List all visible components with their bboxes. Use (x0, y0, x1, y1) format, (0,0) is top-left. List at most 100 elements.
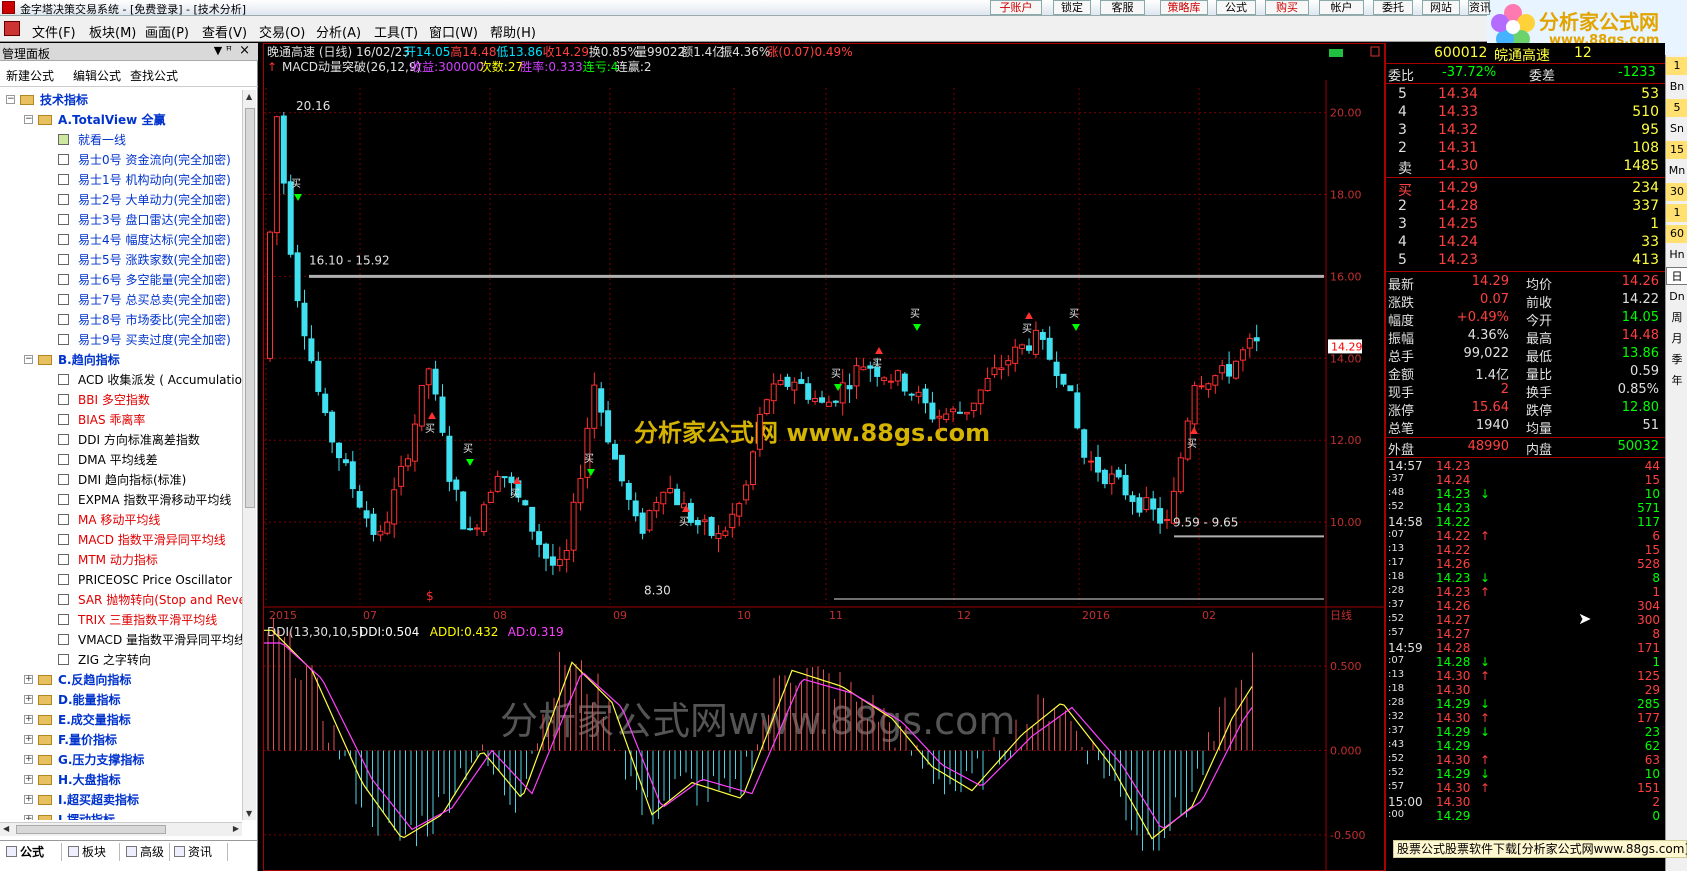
chart-canvas[interactable]: 晚通高速 (日线) 16/02/23开14.05 高14.48 低13.86 收14.… (264, 44, 1386, 871)
period-button-11[interactable]: Dn (1666, 288, 1687, 306)
menu-item-3[interactable]: 查看(V) (202, 22, 247, 41)
toolbar-button-3[interactable]: 策略库 (1160, 0, 1208, 15)
scroll-right-icon[interactable]: ▶ (233, 824, 239, 833)
tree-node[interactable]: 易士3号 盘口雷达(完全加密) (0, 210, 242, 230)
tree-node[interactable]: BIAS 乖离率 (0, 410, 242, 430)
menu-item-8[interactable]: 帮助(H) (490, 22, 536, 41)
menu-item-5[interactable]: 分析(A) (316, 22, 361, 41)
expand-icon[interactable]: + (24, 735, 33, 744)
tree-node[interactable]: + I.超买超卖指标 (0, 790, 242, 810)
trade-signal[interactable]: 买 (425, 412, 436, 435)
trade-signal[interactable]: 买 (1022, 312, 1033, 335)
tree-node[interactable]: + C.反趋向指标 (0, 670, 242, 690)
period-button-2[interactable]: 5 (1666, 99, 1687, 117)
trade-signal[interactable]: 买 (872, 347, 883, 370)
tree-node[interactable]: 易士8号 市场委比(完全加密) (0, 310, 242, 330)
toolbar-button-0[interactable]: 子账户 (990, 0, 1042, 15)
period-button-6[interactable]: 30 (1666, 183, 1687, 201)
tree-node[interactable]: 易士7号 总买总卖(完全加密) (0, 290, 242, 310)
menu-item-6[interactable]: 工具(T) (374, 22, 418, 41)
toolbar-button-7[interactable]: 委托 (1373, 0, 1413, 15)
tree-node[interactable]: 易士0号 资金流向(完全加密) (0, 150, 242, 170)
period-button-0[interactable]: 1 (1666, 57, 1687, 75)
period-button-13[interactable]: 月 (1666, 330, 1687, 348)
period-button-8[interactable]: 60 (1666, 225, 1687, 243)
tree-node[interactable]: 易士9号 买卖过度(完全加密) (0, 330, 242, 350)
tree-node[interactable]: ZIG 之字转向 (0, 650, 242, 670)
tree-horizontal-scrollbar[interactable]: ◀ ▶ (0, 822, 242, 836)
expand-icon[interactable]: + (24, 795, 33, 804)
tree-node[interactable]: + F.量价指标 (0, 730, 242, 750)
panel-tab-1[interactable]: 板块 (64, 843, 120, 861)
tree-node[interactable]: MA 移动平均线 (0, 510, 242, 530)
menu-item-0[interactable]: 文件(F) (32, 22, 76, 41)
maximize-icon[interactable] (1370, 46, 1380, 57)
period-button-7[interactable]: 1 (1666, 204, 1687, 222)
tree-node[interactable]: EXPMA 指数平滑移动平均线 (0, 490, 242, 510)
period-button-9[interactable]: Hn (1666, 246, 1687, 264)
hscrollbar-thumb[interactable] (16, 825, 166, 834)
panel-tab-3[interactable]: 资讯 (170, 843, 228, 861)
tree-node[interactable]: TRIX 三重指数平滑平均线 (0, 610, 242, 630)
toolbar-button-6[interactable]: 帐户 (1319, 0, 1364, 15)
panel-tab-0[interactable]: 公式 (2, 843, 62, 861)
expand-icon[interactable]: + (24, 675, 33, 684)
trade-signal[interactable]: 买 (463, 443, 474, 466)
expand-icon[interactable]: + (24, 775, 33, 784)
period-button-10[interactable]: 日 (1666, 267, 1687, 285)
toolbar-button-2[interactable]: 客服 (1100, 0, 1145, 15)
tree-node[interactable]: 易士4号 幅度达标(完全加密) (0, 230, 242, 250)
toolbar-button-1[interactable]: 锁定 (1053, 0, 1091, 15)
tree-node[interactable]: − B.趋向指标 (0, 350, 242, 370)
tree-node[interactable]: SAR 抛物转向(Stop and Reve (0, 590, 242, 610)
tree-node[interactable]: − A.TotalView 全赢 (0, 110, 242, 130)
scrollbar-thumb[interactable] (245, 108, 255, 508)
tree-node[interactable]: DDI 方向标准离差指数 (0, 430, 242, 450)
toolbar-button-8[interactable]: 网站 (1422, 0, 1460, 15)
collapse-icon[interactable]: − (24, 355, 33, 364)
tool-2[interactable]: 查找公式 (130, 67, 178, 84)
toolbar-button-9[interactable]: 资讯 (1468, 0, 1491, 15)
tool-1[interactable]: 编辑公式 (73, 67, 121, 84)
signal-icon[interactable] (1329, 49, 1343, 57)
tree-node[interactable]: 易士6号 多空能量(完全加密) (0, 270, 242, 290)
pin-icon[interactable]: ▼ ꟸ (214, 44, 232, 57)
tool-0[interactable]: 新建公式 (6, 67, 54, 84)
menu-item-2[interactable]: 画面(P) (145, 22, 189, 41)
tree-node[interactable]: + J.摆动指标 (0, 810, 242, 820)
panel-tab-2[interactable]: 高级 (122, 843, 170, 861)
trade-signal[interactable]: 买 (1069, 308, 1080, 331)
close-icon[interactable]: × (239, 43, 250, 58)
tree-node[interactable]: PRICEOSC Price Oscillator (0, 570, 242, 590)
tree-node[interactable]: 易士1号 机构动向(完全加密) (0, 170, 242, 190)
tree-node[interactable]: − 技术指标 (0, 90, 242, 110)
toolbar-button-5[interactable]: 购买 (1265, 0, 1309, 15)
tree-node[interactable]: 易士5号 涨跌家数(完全加密) (0, 250, 242, 270)
chart-area[interactable]: 晚通高速 (日线) 16/02/23 开14.05 高14.48 低13.86 收14.… (263, 43, 1386, 871)
trade-signal[interactable]: 买 (910, 308, 921, 331)
tree-node[interactable]: 就看一线 (0, 130, 242, 150)
tree-node[interactable]: BBI 多空指数 (0, 390, 242, 410)
period-button-1[interactable]: Bn (1666, 78, 1687, 96)
expand-icon[interactable]: + (24, 755, 33, 764)
period-button-3[interactable]: Sn (1666, 120, 1687, 138)
period-button-4[interactable]: 15 (1666, 141, 1687, 159)
menu-item-7[interactable]: 窗口(W) (429, 22, 478, 41)
tree-node[interactable]: + H.大盘指标 (0, 770, 242, 790)
collapse-icon[interactable]: − (6, 95, 15, 104)
menu-item-1[interactable]: 板块(M) (89, 22, 136, 41)
tree-node[interactable]: ACD 收集派发 ( Accumulation (0, 370, 242, 390)
tree-node[interactable]: VMACD 量指数平滑异同平均线 (0, 630, 242, 650)
app-menu-icon[interactable] (4, 21, 20, 36)
tree-node[interactable]: + E.成交量指标 (0, 710, 242, 730)
expand-icon[interactable]: + (24, 815, 33, 820)
menu-item-4[interactable]: 交易(O) (259, 22, 305, 41)
period-button-14[interactable]: 季 (1666, 351, 1687, 369)
expand-icon[interactable]: + (24, 715, 33, 724)
period-button-15[interactable]: 年 (1666, 372, 1687, 390)
period-button-12[interactable]: 周 (1666, 309, 1687, 327)
scroll-left-icon[interactable]: ◀ (3, 824, 9, 833)
scroll-down-icon[interactable]: ▼ (246, 809, 252, 818)
period-button-5[interactable]: Mn (1666, 162, 1687, 180)
tree-node[interactable]: MTM 动力指标 (0, 550, 242, 570)
